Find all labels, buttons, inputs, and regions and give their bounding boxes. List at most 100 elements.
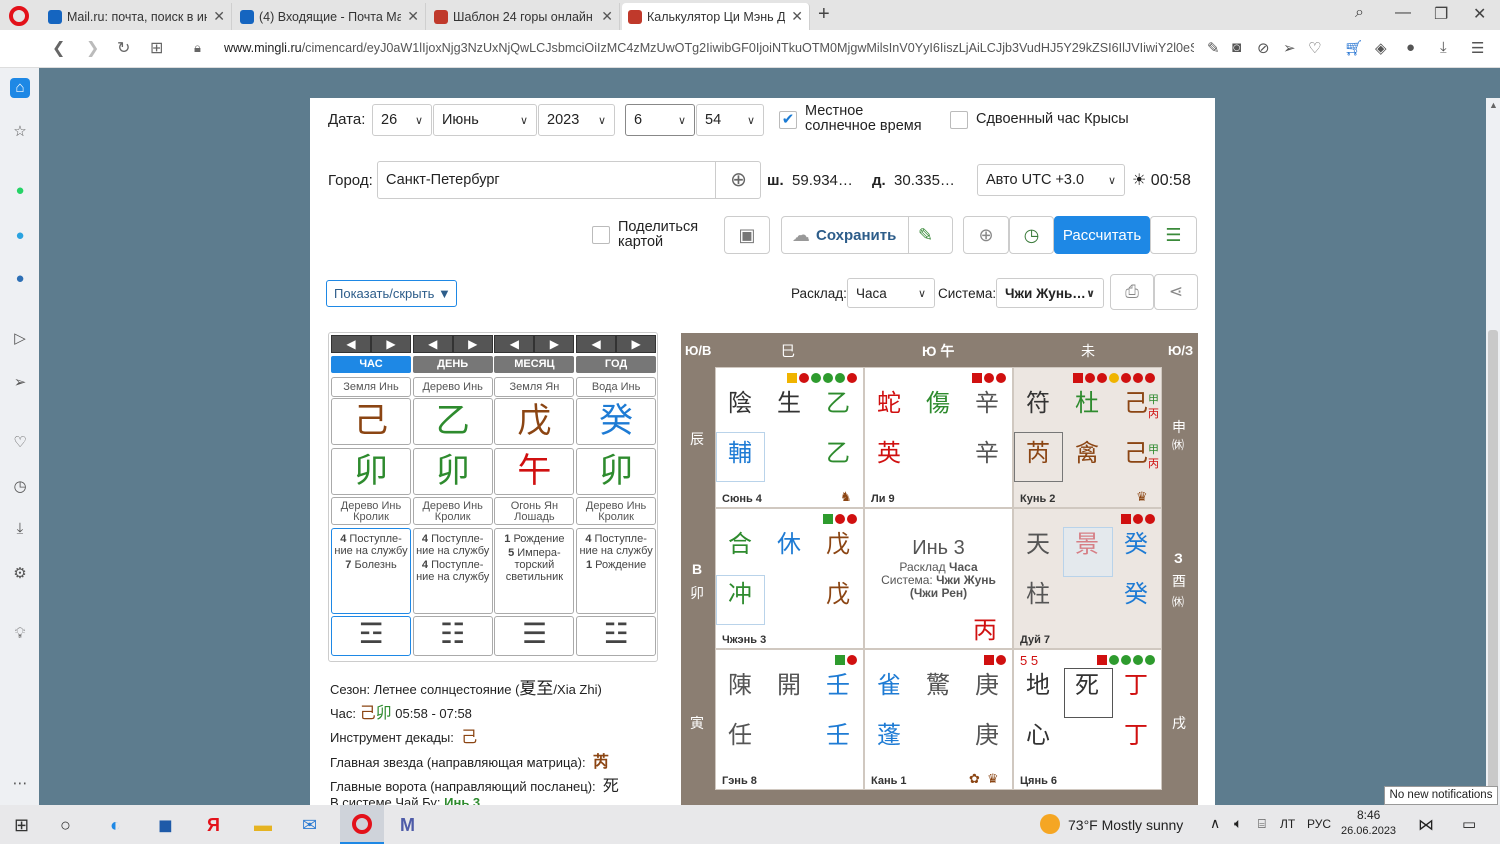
pillar-stem[interactable]: 乙 — [412, 398, 493, 445]
calculate-button[interactable]: Рассчитать — [1054, 216, 1150, 254]
day-select[interactable]: 26 ∨ — [372, 104, 432, 136]
palace-glyph[interactable]: 陳 — [720, 674, 760, 698]
telegram-icon[interactable]: ● — [10, 226, 30, 246]
palace-glyph[interactable]: 生 — [769, 392, 809, 416]
search-icon[interactable]: ⌕ — [1355, 4, 1364, 22]
palace-glyph[interactable]: 庚 — [967, 724, 1007, 748]
pillar-header[interactable]: ГОД — [576, 356, 657, 373]
network-icon[interactable]: ⌸ — [1258, 816, 1266, 832]
pillar-header[interactable]: ДЕНЬ — [412, 356, 493, 373]
camera-icon[interactable]: ◙ — [1232, 39, 1241, 56]
palace-cell[interactable]: 地死丁心丁 Цянь 65 5 — [1013, 649, 1162, 790]
palace-glyph[interactable]: 雀 — [869, 674, 909, 698]
palace-glyph[interactable]: 壬 — [818, 674, 858, 698]
share-button[interactable]: ⋖ — [1154, 274, 1198, 310]
arrow-left-icon[interactable]: ◀ — [494, 335, 535, 353]
menu-icon[interactable]: ☰ — [1471, 39, 1484, 57]
reload-icon[interactable]: ↻ — [117, 38, 130, 58]
palace-glyph[interactable]: 傷 — [918, 392, 958, 416]
player-icon[interactable]: ▷ — [10, 329, 30, 349]
palace-glyph[interactable]: 杜 — [1067, 392, 1107, 416]
arrow-right-icon[interactable]: ▶ — [534, 335, 575, 353]
hexagram-icon[interactable]: ☳ — [576, 616, 657, 656]
share-map-checkbox[interactable] — [592, 226, 610, 244]
palace-glyph[interactable]: 合 — [720, 533, 760, 557]
palace-cell[interactable]: 蛇傷辛英辛 Ли 9 — [864, 367, 1013, 508]
palace-cell[interactable]: 合休戊冲戊 Чжэнь 3 — [715, 508, 864, 649]
send-icon[interactable]: ➢ — [1283, 39, 1296, 57]
center-glyph[interactable]: 丙 — [965, 619, 1005, 643]
opera-logo-icon[interactable] — [9, 6, 29, 26]
clock-date[interactable]: 26.06.2023 — [1341, 825, 1396, 837]
send-icon[interactable]: ➢ — [10, 373, 30, 393]
palace-glyph[interactable]: 任 — [720, 724, 760, 748]
hexagram-icon[interactable]: ☲ — [331, 616, 411, 656]
tray-chevron-icon[interactable]: ∧ — [1210, 815, 1220, 832]
weather-text[interactable]: 73°F Mostly sunny — [1068, 817, 1183, 833]
palace-cell[interactable]: 天景癸柱癸Дуй 7 — [1013, 508, 1162, 649]
download-icon[interactable]: ⤓ — [1440, 39, 1447, 56]
palace-glyph[interactable]: 禽 — [1067, 442, 1107, 466]
forward-icon[interactable]: ❯ — [86, 38, 99, 58]
arrow-left-icon[interactable]: ◀ — [576, 335, 617, 353]
palace-glyph[interactable]: 陰 — [720, 392, 760, 416]
close-icon[interactable]: ✕ — [407, 8, 419, 25]
palace-glyph[interactable]: 戊 — [818, 583, 858, 607]
palace-glyph[interactable]: 柱 — [1018, 583, 1058, 607]
scrollbar-thumb[interactable] — [1488, 330, 1498, 800]
palace-glyph[interactable]: 丁 — [1116, 724, 1156, 748]
compass-button[interactable]: ⊕ — [963, 216, 1009, 254]
opera-taskbar-button[interactable] — [340, 805, 384, 844]
pillar-branch[interactable]: 卯 — [412, 448, 493, 495]
arrow-right-icon[interactable]: ▶ — [452, 335, 493, 353]
browser-tab-2[interactable]: (4) Входящие - Почта Mail. ✕ — [234, 3, 426, 30]
arrow-right-icon[interactable]: ▶ — [616, 335, 657, 353]
palace-glyph[interactable]: 符 — [1018, 392, 1058, 416]
edit-icon[interactable]: ✎ — [1207, 39, 1220, 57]
lightbulb-icon[interactable]: 💡︎ — [10, 624, 30, 644]
history-icon[interactable]: ◷ — [10, 477, 30, 497]
browser-tab-4[interactable]: Калькулятор Ци Мэнь Дун ✕ — [622, 3, 810, 30]
layout-select[interactable]: Часа ∨ — [847, 278, 935, 308]
palace-glyph[interactable]: 驚 — [918, 674, 958, 698]
solar-time-checkbox[interactable]: ✔ — [779, 111, 797, 129]
heart-icon[interactable]: ♡ — [1308, 39, 1321, 57]
palace-glyph[interactable]: 乙 — [818, 392, 858, 416]
mail-icon[interactable]: ✉ — [302, 815, 317, 836]
rat-hour-checkbox[interactable] — [950, 111, 968, 129]
scroll-up-icon[interactable]: ▲ — [1489, 100, 1498, 110]
arrow-left-icon[interactable]: ◀ — [331, 335, 371, 353]
heart-icon[interactable]: ♡ — [10, 433, 30, 453]
settings-sliders-button[interactable]: ☰ — [1150, 216, 1197, 254]
palace-glyph[interactable]: 癸 — [1116, 583, 1156, 607]
palace-cell[interactable]: 符杜己芮禽己 Кунь 2 甲丙甲丙 ♛ — [1013, 367, 1162, 508]
language-indicator[interactable]: РУС — [1307, 817, 1331, 831]
palace-glyph[interactable]: 辛 — [967, 392, 1007, 416]
search-circle-icon[interactable]: ○ — [60, 815, 71, 836]
browser-tab-3[interactable]: Шаблон 24 горы онлайн д ✕ — [428, 3, 620, 30]
hour-select[interactable]: 6 ∨ — [625, 104, 695, 136]
close-icon[interactable]: ✕ — [791, 8, 803, 25]
cart-icon[interactable]: 🛒︎ — [1344, 39, 1363, 57]
show-hide-button[interactable]: Показать/скрыть ▼ — [326, 280, 457, 307]
palace-glyph[interactable]: 休 — [769, 533, 809, 557]
minimize-icon[interactable]: — — [1395, 4, 1411, 22]
image-export-button[interactable]: ▣ — [724, 216, 770, 254]
arrow-left-icon[interactable]: ◀ — [412, 335, 453, 353]
pillar-stem[interactable]: 戊 — [494, 398, 575, 445]
grid-icon[interactable]: ⊞ — [150, 38, 163, 58]
notification-icon[interactable]: ▭ — [1462, 815, 1476, 833]
pillar-header[interactable]: МЕСЯЦ — [494, 356, 575, 373]
palace-cell[interactable]: 陰生乙輔乙 Сюнь 4 ♞ — [715, 367, 864, 508]
edit-note-icon[interactable]: ✎ — [918, 225, 933, 246]
app-m-icon[interactable]: M — [400, 815, 415, 836]
ling-indicator[interactable]: ЛТ — [1280, 817, 1295, 831]
palace-glyph[interactable]: 乙 — [818, 442, 858, 466]
clock-button[interactable]: ◷ — [1009, 216, 1054, 254]
browser-tab-1[interactable]: Mail.ru: почта, поиск в инт ✕ — [42, 3, 232, 30]
more-icon[interactable]: ⋯ — [10, 774, 30, 794]
month-select[interactable]: Июнь ∨ — [433, 104, 537, 136]
palace-glyph[interactable]: 庚 — [967, 674, 1007, 698]
pillar-stem[interactable]: 己 — [331, 398, 411, 445]
back-icon[interactable]: ❮ — [52, 38, 65, 58]
